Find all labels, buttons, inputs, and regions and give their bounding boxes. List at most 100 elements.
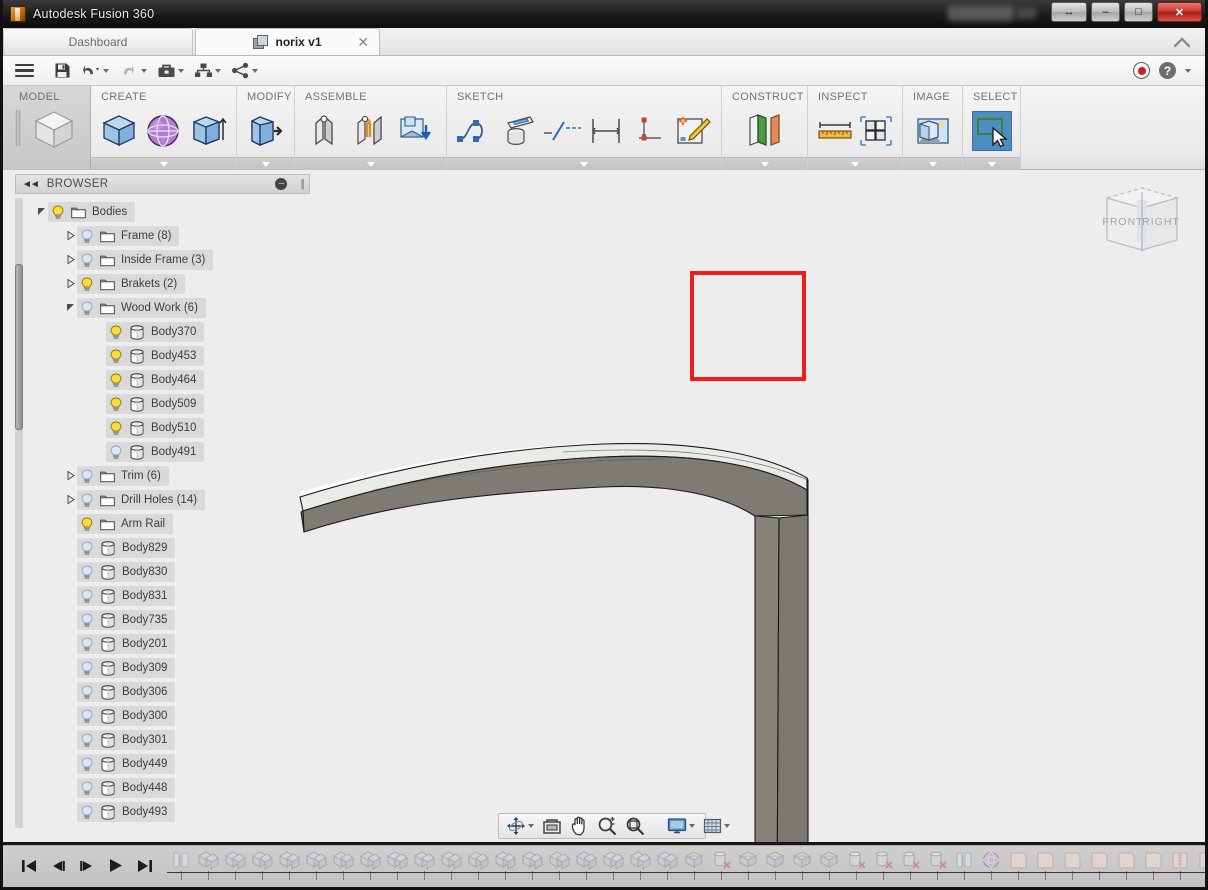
share-button[interactable] [227,60,262,81]
chevron-down-icon[interactable] [63,303,77,314]
lightbulb-on-icon[interactable] [109,348,123,364]
timeline-feature-sketch[interactable] [356,850,383,880]
lightbulb-off-icon[interactable] [80,252,94,268]
lightbulb-on-icon[interactable] [109,324,123,340]
timeline-play[interactable] [108,858,124,875]
lightbulb-off-icon[interactable] [80,708,94,724]
panel-overflow-modify[interactable] [237,157,294,170]
lightbulb-off-icon[interactable] [109,444,123,460]
new-component-tool[interactable] [303,109,345,153]
assembly-button[interactable] [190,60,225,81]
timeline-feature-sketch[interactable] [626,850,653,880]
chevron-down-icon[interactable] [724,824,730,828]
timeline-feature-cut[interactable] [869,850,896,880]
tree-item-pill[interactable]: Body306 [77,682,176,702]
tree-item-body301[interactable]: Body301 [34,728,304,752]
tree-item-pill[interactable]: Body201 [77,634,176,654]
browser-scrollbar-thumb[interactable] [15,264,23,430]
tree-item-pill[interactable]: Bodies [48,202,136,222]
create-sketch-tool[interactable] [499,109,539,153]
timeline-feature-sketch[interactable] [653,850,680,880]
tree-item-body831[interactable]: Body831 [34,584,304,608]
panel-overflow-construct[interactable] [722,157,807,170]
tree-item-body491[interactable]: Body491 [34,440,304,464]
tree-item-body309[interactable]: Body309 [34,656,304,680]
edit-sketch-tool[interactable] [673,109,713,153]
tree-item-brakets-2[interactable]: Brakets (2) [34,272,304,296]
lightbulb-off-icon[interactable] [80,228,94,244]
timeline-feature-fillet[interactable] [1085,850,1112,880]
tab-norix-v1[interactable]: norix v1 ✕ [195,28,380,55]
tree-item-body449[interactable]: Body449 [34,752,304,776]
timeline-feature-fillet[interactable] [1112,850,1139,880]
tree-item-arm-rail[interactable]: Arm Rail [34,512,304,536]
tree-item-wood-work-6[interactable]: Wood Work (6) [34,296,304,320]
timeline-feature-sketch[interactable] [437,850,464,880]
look-at-tool[interactable] [540,816,564,836]
lightbulb-off-icon[interactable] [80,492,94,508]
tree-item-body830[interactable]: Body830 [34,560,304,584]
tree-item-pill[interactable]: Brakets (2) [77,274,186,294]
tree-item-pill[interactable]: Wood Work (6) [77,298,206,318]
lightbulb-off-icon[interactable] [80,540,94,556]
help-question-icon[interactable]: ? [1159,62,1176,79]
chevron-down-icon[interactable] [1185,68,1191,73]
select-tool[interactable] [971,111,1012,151]
tree-item-pill[interactable]: Body370 [106,322,205,342]
maximize-button[interactable]: □ [1124,2,1153,22]
timeline-feature-sketch[interactable] [410,850,437,880]
chevron-right-icon[interactable] [63,254,77,266]
restore-down-button[interactable]: ↔ [1051,2,1087,22]
tree-item-inside-frame-3[interactable]: Inside Frame (3) [34,248,304,272]
lightbulb-on-icon[interactable] [109,372,123,388]
joint-tool[interactable] [349,109,391,153]
timeline-feature-loft[interactable] [761,850,788,880]
tree-item-pill[interactable]: Body510 [106,418,205,438]
tree-item-pill[interactable]: Body464 [106,370,205,390]
tree-item-pill[interactable]: Frame (8) [77,226,180,246]
chevron-down-icon[interactable] [528,824,534,828]
chevron-down-icon[interactable] [215,68,221,73]
lightbulb-off-icon[interactable] [80,300,94,316]
sketch-dimension-tool[interactable] [586,109,626,153]
canvas-image-tool[interactable] [912,109,954,153]
view-cube[interactable]: FRONT RIGHT [1087,178,1197,266]
tree-item-drill-holes-14[interactable]: Drill Holes (14) [34,488,304,512]
tree-item-pill[interactable]: Body830 [77,562,176,582]
tree-item-pill[interactable]: Body300 [77,706,176,726]
tree-item-body453[interactable]: Body453 [34,344,304,368]
timeline-feature-loft[interactable] [815,850,842,880]
timeline-feature-sketch[interactable] [329,850,356,880]
tree-item-body448[interactable]: Body448 [34,776,304,800]
tree-item-body306[interactable]: Body306 [34,680,304,704]
construction-line-tool[interactable] [542,109,582,153]
lightbulb-off-icon[interactable] [80,780,94,796]
chevron-down-icon[interactable] [252,68,258,73]
timeline-feature-sketch[interactable] [302,850,329,880]
timeline-feature-cut[interactable] [707,850,734,880]
browser-tree[interactable]: Bodies Frame (8) Inside Frame (3) Brakets (… [34,200,304,824]
tree-item-body509[interactable]: Body509 [34,392,304,416]
close-button[interactable]: ✕ [1157,2,1202,22]
undo-button[interactable] [77,60,113,81]
panel-overflow-inspect[interactable] [808,157,902,170]
timeline-step-forward[interactable] [79,859,95,875]
timeline-feature-origin[interactable] [950,850,977,880]
timeline-feature-sketch[interactable] [491,850,518,880]
lightbulb-off-icon[interactable] [80,612,94,628]
save-button[interactable] [50,60,75,81]
orbit-tool[interactable] [504,815,536,837]
grip-handle-icon[interactable]: ||| [300,178,304,190]
chevron-right-icon[interactable] [63,278,77,290]
lightbulb-off-icon[interactable] [80,468,94,484]
hamburger-menu-icon[interactable] [15,63,34,78]
timeline-feature-sketch[interactable] [275,850,302,880]
timeline-feature-loft[interactable] [734,850,761,880]
redo-button[interactable] [115,60,151,81]
chevron-down-icon[interactable] [178,68,184,73]
lightbulb-off-icon[interactable] [80,804,94,820]
timeline-feature-cut[interactable] [923,850,950,880]
tree-item-pill[interactable]: Drill Holes (14) [77,490,206,510]
lightbulb-off-icon[interactable] [80,684,94,700]
collapse-left-icon[interactable]: ◄◄ [22,179,40,190]
